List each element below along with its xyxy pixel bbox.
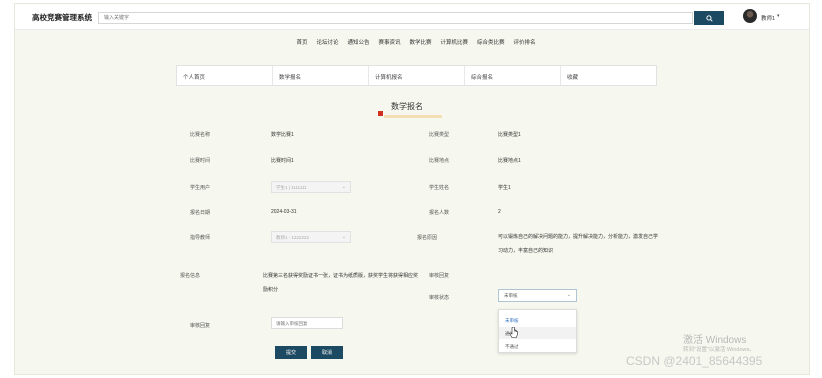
signup-reason-line1: 可以锻炼自己的解决问题的能力，提升解决能力，分析能力，激发自己学 xyxy=(498,234,659,240)
search-input[interactable] xyxy=(98,12,693,24)
csdn-watermark: CSDN @2401_85644395 xyxy=(626,354,763,368)
tab-favorites[interactable]: 收藏 xyxy=(561,66,656,85)
student-account-value: 学生1 | 1111111 xyxy=(276,185,307,190)
review-reply-label: 审核回复 xyxy=(429,273,450,279)
competition-location-label: 比赛地点 xyxy=(429,158,450,164)
competition-location-value: 比赛地点1 xyxy=(498,158,521,164)
top-bar: 高校竞赛管理系统 教师1 ▾ xyxy=(15,4,809,30)
review-remark-input[interactable] xyxy=(271,317,343,329)
nav-item-general-contest[interactable]: 综合类比赛 xyxy=(477,38,505,46)
nav-item-computer-contest[interactable]: 计算机比赛 xyxy=(441,38,469,46)
tab-personal-home[interactable]: 个人首页 xyxy=(177,66,273,85)
app-frame: 高校竞赛管理系统 教师1 ▾ 首页 论坛讨论 通知公告 赛事资讯 数学比赛 计算… xyxy=(14,3,810,375)
cancel-button[interactable]: 取消 xyxy=(311,346,343,359)
review-status-value: 未审核 xyxy=(504,293,518,298)
nav-item-forum[interactable]: 论坛讨论 xyxy=(316,38,338,46)
title-marker xyxy=(378,111,383,116)
nav-item-notice[interactable]: 通知公告 xyxy=(347,38,369,46)
student-name-value: 学生1 xyxy=(498,185,511,191)
review-status-select[interactable]: 未审核 ⌄ xyxy=(498,289,577,302)
sub-tabs: 个人首页 数学报名 计算机报名 综合报名 收藏 xyxy=(176,65,657,86)
status-option-rejected[interactable]: 不通过 xyxy=(499,340,576,352)
title-underline xyxy=(384,115,442,118)
competition-type-label: 比赛类型 xyxy=(429,132,450,138)
competition-type-value: 比赛类型1 xyxy=(498,132,521,138)
windows-activation-subtext: 转到"设置"以激活 Windows。 xyxy=(683,347,755,353)
chevron-down-icon: ⌄ xyxy=(341,184,346,190)
signup-date-label: 报名日期 xyxy=(190,210,211,216)
advisor-select[interactable]: 教师1 - 1222222 ⌄ xyxy=(271,231,351,243)
windows-activation-watermark: 激活 Windows xyxy=(683,335,747,346)
tab-math-signup[interactable]: 数学报名 xyxy=(273,66,369,85)
competition-time-value: 比赛时间1 xyxy=(271,158,294,164)
chevron-down-icon[interactable]: ▾ xyxy=(777,13,780,19)
tab-general-signup[interactable]: 综合报名 xyxy=(465,66,561,85)
main-nav: 首页 论坛讨论 通知公告 赛事资讯 数学比赛 计算机比赛 综合类比赛 评价排名 xyxy=(15,38,809,46)
search-button[interactable] xyxy=(694,11,724,25)
signup-reason-label: 报名原因 xyxy=(417,235,438,241)
advisor-label: 指导教师 xyxy=(190,235,211,241)
competition-name-label: 比赛名称 xyxy=(190,132,211,138)
student-account-select[interactable]: 学生1 | 1111111 ⌄ xyxy=(271,181,351,193)
student-account-label: 学生用户 xyxy=(190,185,211,191)
competition-time-label: 比赛时间 xyxy=(190,158,211,164)
review-status-label: 审核状态 xyxy=(429,295,450,301)
hand-cursor-icon xyxy=(509,327,518,338)
signup-info-line1: 比赛第三名获得奖励证书一张，证书为纸质版，获奖学生将获得相应奖 xyxy=(263,273,419,279)
signup-reason-line2: 习动力，丰富自己的知识 xyxy=(498,248,554,254)
signup-info-label: 报名信息 xyxy=(180,273,201,279)
signup-count-value: 2 xyxy=(498,209,501,215)
signup-date-value: 2024-03-31 xyxy=(271,209,297,215)
chevron-down-icon: ⌄ xyxy=(566,292,571,298)
nav-item-ranking[interactable]: 评价排名 xyxy=(514,38,536,46)
submit-button[interactable]: 提交 xyxy=(275,346,307,359)
review-remark-label: 审核回复 xyxy=(190,323,211,329)
signup-info-line2: 励积分 xyxy=(263,287,279,293)
chevron-down-icon: ⌄ xyxy=(341,234,346,240)
user-avatar[interactable] xyxy=(743,9,757,23)
competition-name-value: 数学比赛1 xyxy=(271,132,294,138)
page-title-block: 数学报名 xyxy=(370,101,452,123)
nav-item-math-contest[interactable]: 数学比赛 xyxy=(410,38,432,46)
advisor-value: 教师1 - 1222222 xyxy=(276,235,310,240)
status-option-pending[interactable]: 未审核 xyxy=(499,314,576,326)
site-title: 高校竞赛管理系统 xyxy=(32,13,92,22)
student-name-label: 学生姓名 xyxy=(429,185,450,191)
nav-item-news[interactable]: 赛事资讯 xyxy=(378,38,400,46)
nav-item-home[interactable]: 首页 xyxy=(296,38,307,46)
tab-computer-signup[interactable]: 计算机报名 xyxy=(369,66,465,85)
page-title: 数学报名 xyxy=(391,102,423,111)
signup-count-label: 报名人数 xyxy=(429,210,450,216)
user-name[interactable]: 教师1 xyxy=(761,14,775,22)
search-icon xyxy=(705,14,713,22)
